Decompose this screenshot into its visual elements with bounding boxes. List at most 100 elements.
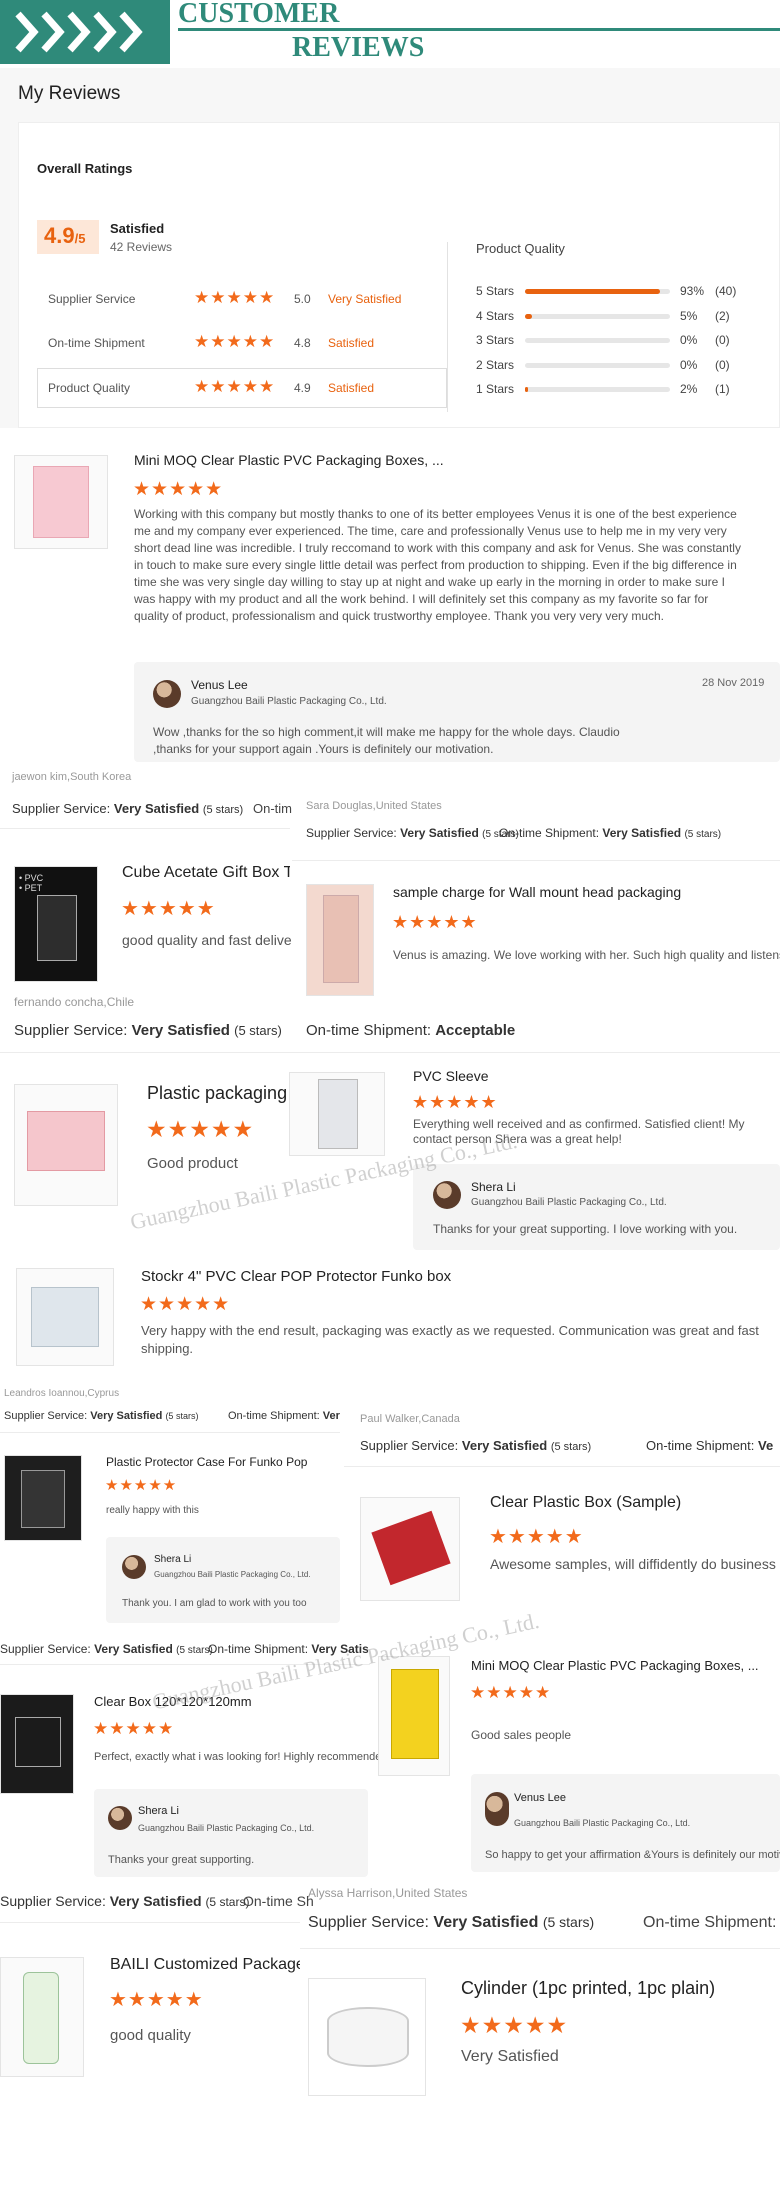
os-label: On-time Shipment: (228, 1410, 320, 1422)
review-body: good quality and fast delivery (122, 932, 304, 948)
reviewer-name: Leandros Ioannou,Cyprus (4, 1388, 120, 1399)
reply-company: Guangzhou Baili Plastic Packaging Co., L… (471, 1197, 667, 1208)
review-title[interactable]: Clear Plastic Box (Sample) (490, 1494, 681, 1512)
review-title[interactable]: Stockr 4" PVC Clear POP Protector Funko … (141, 1268, 451, 1285)
rating-row-label: Product Quality (48, 381, 131, 395)
clear-cube-image (15, 1717, 61, 1767)
review-title[interactable]: Plastic packaging (147, 1083, 287, 1104)
ss-stars: (5 stars) (234, 1023, 282, 1038)
star-rating-icon: ★★★★★ (392, 912, 478, 932)
funko-box-image (31, 1287, 99, 1347)
gift-box-image (27, 1111, 105, 1171)
bar-count: (2) (715, 308, 730, 323)
review-title[interactable]: sample charge for Wall mount head packag… (393, 884, 681, 900)
product-thumbnail[interactable] (0, 1957, 84, 2077)
ss-stars: (5 stars) (542, 1914, 595, 1930)
ss-value: Very Satisfied (90, 1410, 163, 1422)
review-title[interactable]: Clear Box 120*120*120mm (94, 1694, 252, 1709)
star-rating-icon: ★★★★★ (194, 332, 276, 351)
red-box-image (371, 1510, 451, 1586)
bar-count: (0) (715, 333, 730, 347)
clear-cylinder-image (327, 2007, 409, 2067)
bar-track (525, 362, 670, 368)
product-thumbnail[interactable] (4, 1455, 82, 1541)
ss-value: Very Satisfied (461, 1438, 548, 1453)
service-line: Supplier Service: Very Satisfied (5 star… (0, 1642, 213, 1656)
divider (300, 1948, 780, 1949)
review-body: Very Satisfied (461, 2048, 559, 2065)
avatar (153, 680, 181, 708)
os-label: On-time Shipment: (499, 826, 600, 840)
satisfaction-label: Satisfied (110, 221, 165, 236)
review-title[interactable]: Cylinder (1pc printed, 1pc plain) (461, 1978, 715, 1999)
os-stars: (5 stars) (684, 829, 722, 840)
star-rating-icon: ★★★★★ (121, 898, 216, 920)
review-title[interactable]: Mini MOQ Clear Plastic PVC Packaging Box… (134, 452, 444, 468)
bar-label: 2 Stars (476, 357, 515, 372)
star-rating-icon: ★★★★★ (140, 1294, 231, 1315)
score-suffix: /5 (74, 231, 86, 246)
product-thumbnail[interactable] (16, 1268, 114, 1366)
product-thumbnail[interactable] (0, 1694, 74, 1794)
review-body: Venus is amazing. We love working with h… (393, 948, 780, 962)
reply-date: 28 Nov 2019 (702, 677, 765, 689)
service-line: Supplier Service: Very Satisfied (5 star… (0, 1893, 249, 1909)
quality-bar-row: 2 Stars 0% (0) (476, 358, 766, 374)
quality-divider (447, 242, 448, 412)
reviewer-name: Alyssa Harrison,United States (308, 1886, 468, 1900)
product-thumbnail[interactable] (378, 1656, 450, 1776)
bar-label: 3 Stars (476, 333, 515, 347)
avatar (122, 1555, 146, 1579)
divider (0, 1432, 340, 1433)
shipment-line: On-time Shipment: Ve (646, 1438, 780, 1453)
rating-row-verdict: Very Satisfied (328, 292, 402, 306)
product-thumbnail[interactable] (14, 455, 108, 549)
reply-text: Thank you. I am glad to work with you to… (122, 1598, 307, 1609)
ss-value: Very Satisfied (94, 1642, 173, 1656)
bar-label: 4 Stars (476, 308, 515, 323)
service-line: Supplier Service: Very Satisfied (5 star… (308, 1914, 594, 1932)
product-thumbnail[interactable] (360, 1497, 460, 1601)
pink-box-image (33, 466, 89, 538)
review-title[interactable]: Mini MOQ Clear Plastic PVC Packaging Box… (471, 1658, 759, 1673)
ss-value: Very Satisfied (400, 826, 479, 840)
service-line: Supplier Service: Very Satisfied (5 star… (360, 1438, 591, 1453)
star-rating-icon: ★★★★★ (133, 479, 224, 500)
avatar (485, 1792, 509, 1826)
quality-bar-row: 5 Stars 93% (40) (476, 284, 766, 300)
rating-row-shipment: On-time Shipment ★★★★★ 4.8 Satisfied (37, 332, 447, 354)
banner-chevron-block (0, 0, 170, 64)
reviewer-name: Paul Walker,Canada (360, 1413, 460, 1425)
review-title[interactable]: BAILI Customized Package Ste (110, 1956, 300, 1974)
product-thumbnail[interactable] (289, 1072, 385, 1156)
rating-row-score: 5.0 (294, 292, 311, 306)
product-thumbnail[interactable] (14, 1084, 118, 1206)
star-rating-icon: ★★★★★ (93, 1719, 175, 1738)
score-value: 4.9 (44, 223, 75, 248)
shipment-label: On-time Shipment: (643, 1914, 777, 1931)
review-title[interactable]: PVC Sleeve (413, 1068, 488, 1084)
product-thumbnail[interactable] (308, 1978, 426, 2096)
bar-count: (40) (715, 284, 737, 298)
os-value: Ve (758, 1438, 774, 1453)
review-title[interactable]: Cube Acetate Gift Box Trans (122, 864, 290, 882)
product-thumbnail[interactable]: • PVC • PET (14, 866, 98, 982)
bar-label: 5 Stars (476, 284, 515, 298)
divider (0, 1664, 370, 1665)
bar-pct: 5% (680, 308, 698, 323)
review-body: Very happy with the end result, packagin… (141, 1323, 759, 1356)
review-body: Good product (147, 1155, 238, 1172)
rating-row-quality[interactable]: Product Quality ★★★★★ 4.9 Satisfied (37, 368, 447, 408)
bar-fill (525, 313, 533, 319)
ss-label: Supplier Service: (12, 801, 111, 816)
overall-label: Overall Ratings (37, 161, 133, 176)
review-body: good quality (110, 2027, 191, 2044)
reply-name: Shera Li (138, 1805, 179, 1817)
review-title[interactable]: Plastic Protector Case For Funko Pop (106, 1455, 307, 1469)
divider (344, 1466, 780, 1467)
ss-stars: (5 stars) (202, 804, 244, 816)
ss-label: Supplier Service: (4, 1410, 88, 1422)
product-thumbnail[interactable] (306, 884, 374, 996)
cylinder-tube-image (23, 1972, 59, 2064)
bar-track (525, 289, 670, 294)
